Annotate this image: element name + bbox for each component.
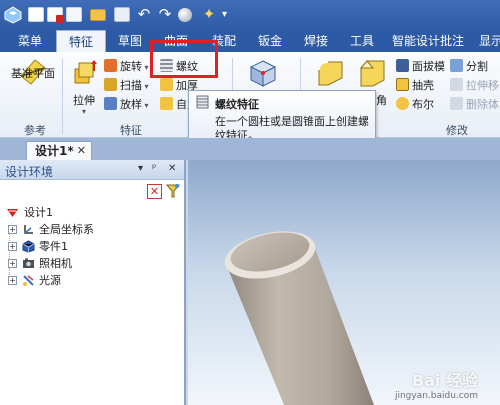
pin-icon[interactable]: ᵖ — [152, 163, 156, 174]
document-tab-bar: 设计1* ✕ — [0, 138, 500, 160]
highlight-box — [150, 40, 218, 78]
light-icon — [23, 275, 34, 286]
revolve-icon — [104, 59, 117, 72]
design-environment-panel: 设计环境 ▾ ᵖ ✕ ✕ 设计1 + 全局坐标系 + 零件1 + 照相机 + 光… — [0, 160, 186, 405]
new-file-icon[interactable] — [28, 7, 44, 22]
expand-icon[interactable]: + — [8, 225, 17, 234]
tab-tools[interactable]: 工具 — [342, 30, 382, 52]
watermark: Bai 经验 jingyan.baidu.com — [394, 371, 478, 401]
tree-item-light-source[interactable]: + 光源 — [4, 272, 182, 289]
datum-plane-button[interactable]: 基准平面 — [11, 65, 55, 81]
expand-icon[interactable]: + — [8, 259, 17, 268]
delete-body-icon — [450, 97, 463, 110]
cube-icon[interactable] — [248, 58, 278, 88]
extrude-dropdown-icon[interactable]: ▾ — [82, 107, 86, 116]
extrude-icon[interactable] — [70, 57, 100, 87]
sphere-icon[interactable] — [178, 8, 192, 22]
tab-feature[interactable]: 特征 — [56, 30, 106, 52]
pull-move-button[interactable]: 拉伸移 — [450, 77, 499, 94]
tab-sketch[interactable]: 草图 — [110, 30, 150, 52]
loft-icon — [104, 97, 117, 110]
thread-icon — [196, 95, 209, 109]
panel-toolbar: ✕ — [0, 181, 184, 203]
undo-icon[interactable]: ↶ — [135, 5, 153, 23]
delete-icon[interactable]: ✕ — [147, 184, 162, 199]
document-icon[interactable] — [66, 7, 82, 22]
sweep-button[interactable]: 扫描 ▾ — [104, 77, 149, 94]
tree-item-global-coordinate-system[interactable]: + 全局坐标系 — [4, 221, 182, 238]
axis-icon — [24, 225, 33, 234]
sparkle-icon[interactable]: ✦ — [200, 5, 218, 23]
customize-icon[interactable]: ▾ — [222, 7, 232, 22]
part-icon — [22, 240, 35, 253]
group-divider — [62, 58, 63, 134]
chamfer-icon[interactable] — [358, 58, 388, 88]
split-icon — [450, 59, 463, 72]
tree-item-part[interactable]: + 零件1 — [4, 238, 182, 255]
filter-icon[interactable] — [166, 183, 180, 199]
panel-title: 设计环境 — [5, 165, 54, 179]
fillet-icon[interactable] — [316, 58, 346, 88]
tooltip-title: 螺纹特征 — [215, 98, 259, 111]
draft-button[interactable]: 面拔模 — [396, 58, 445, 75]
expand-icon[interactable]: + — [8, 276, 17, 285]
shell-icon — [396, 78, 409, 91]
app-logo-icon[interactable] — [4, 6, 22, 24]
panel-menu-icon[interactable]: ▾ — [138, 163, 143, 174]
3d-viewport[interactable]: Bai 经验 jingyan.baidu.com — [188, 160, 500, 405]
design-tree: 设计1 + 全局坐标系 + 零件1 + 照相机 + 光源 — [4, 204, 182, 289]
shell-button[interactable]: 抽壳 — [396, 77, 434, 94]
open-folder-icon[interactable] — [90, 9, 106, 21]
thread-tooltip: 螺纹特征 在一个圆柱或是圆锥面上创建螺纹特征。 — [188, 90, 376, 145]
document-tab[interactable]: 设计1* ✕ — [26, 141, 92, 160]
boolean-button[interactable]: 布尔 — [396, 96, 434, 113]
camera-icon — [23, 258, 34, 268]
ribbon-tab-bar: 菜单 特征 草图 曲面 装配 钣金 焊接 工具 智能设计批注 显示 — [0, 30, 500, 52]
group-label-modify: 修改 — [446, 124, 468, 137]
tab-smart-annotation[interactable]: 智能设计批注 — [388, 30, 468, 52]
custom-feature-icon — [160, 97, 173, 110]
tree-item-camera[interactable]: + 照相机 — [4, 255, 182, 272]
delete-body-button[interactable]: 删除体 — [450, 96, 499, 113]
tab-weld[interactable]: 焊接 — [294, 30, 338, 52]
design-icon — [7, 209, 18, 217]
document-tab-label: 设计1* — [35, 144, 74, 158]
revolve-button[interactable]: 旋转 ▾ — [104, 58, 149, 75]
split-button[interactable]: 分割 — [450, 58, 488, 75]
panel-close-icon[interactable]: ✕ — [168, 163, 176, 174]
boolean-icon — [396, 97, 409, 110]
close-icon[interactable]: ✕ — [77, 142, 86, 160]
tab-sheet-metal[interactable]: 钣金 — [250, 30, 290, 52]
redo-icon[interactable]: ↷ — [156, 5, 174, 23]
thicken-icon — [160, 78, 173, 91]
save-icon[interactable] — [114, 7, 130, 22]
tab-menu[interactable]: 菜单 — [8, 30, 52, 52]
group-label-feature: 特征 — [120, 124, 142, 137]
quick-access-toolbar: ↶ ↷ ✦ ▾ — [0, 0, 500, 30]
close-file-icon[interactable] — [47, 7, 64, 23]
tab-display[interactable]: 显示 — [476, 30, 500, 52]
panel-header: 设计环境 ▾ ᵖ ✕ — [0, 160, 184, 180]
draft-icon — [396, 59, 409, 72]
pull-move-icon — [450, 78, 463, 91]
expand-icon[interactable]: + — [8, 242, 17, 251]
extrude-button[interactable]: 拉伸 — [73, 92, 95, 108]
loft-button[interactable]: 放样 ▾ — [104, 96, 149, 113]
tree-item-design[interactable]: 设计1 — [4, 204, 182, 221]
group-label-reference: 参考 — [24, 124, 46, 137]
sweep-icon — [104, 78, 117, 91]
chamfer-button[interactable]: 角 — [376, 92, 387, 108]
